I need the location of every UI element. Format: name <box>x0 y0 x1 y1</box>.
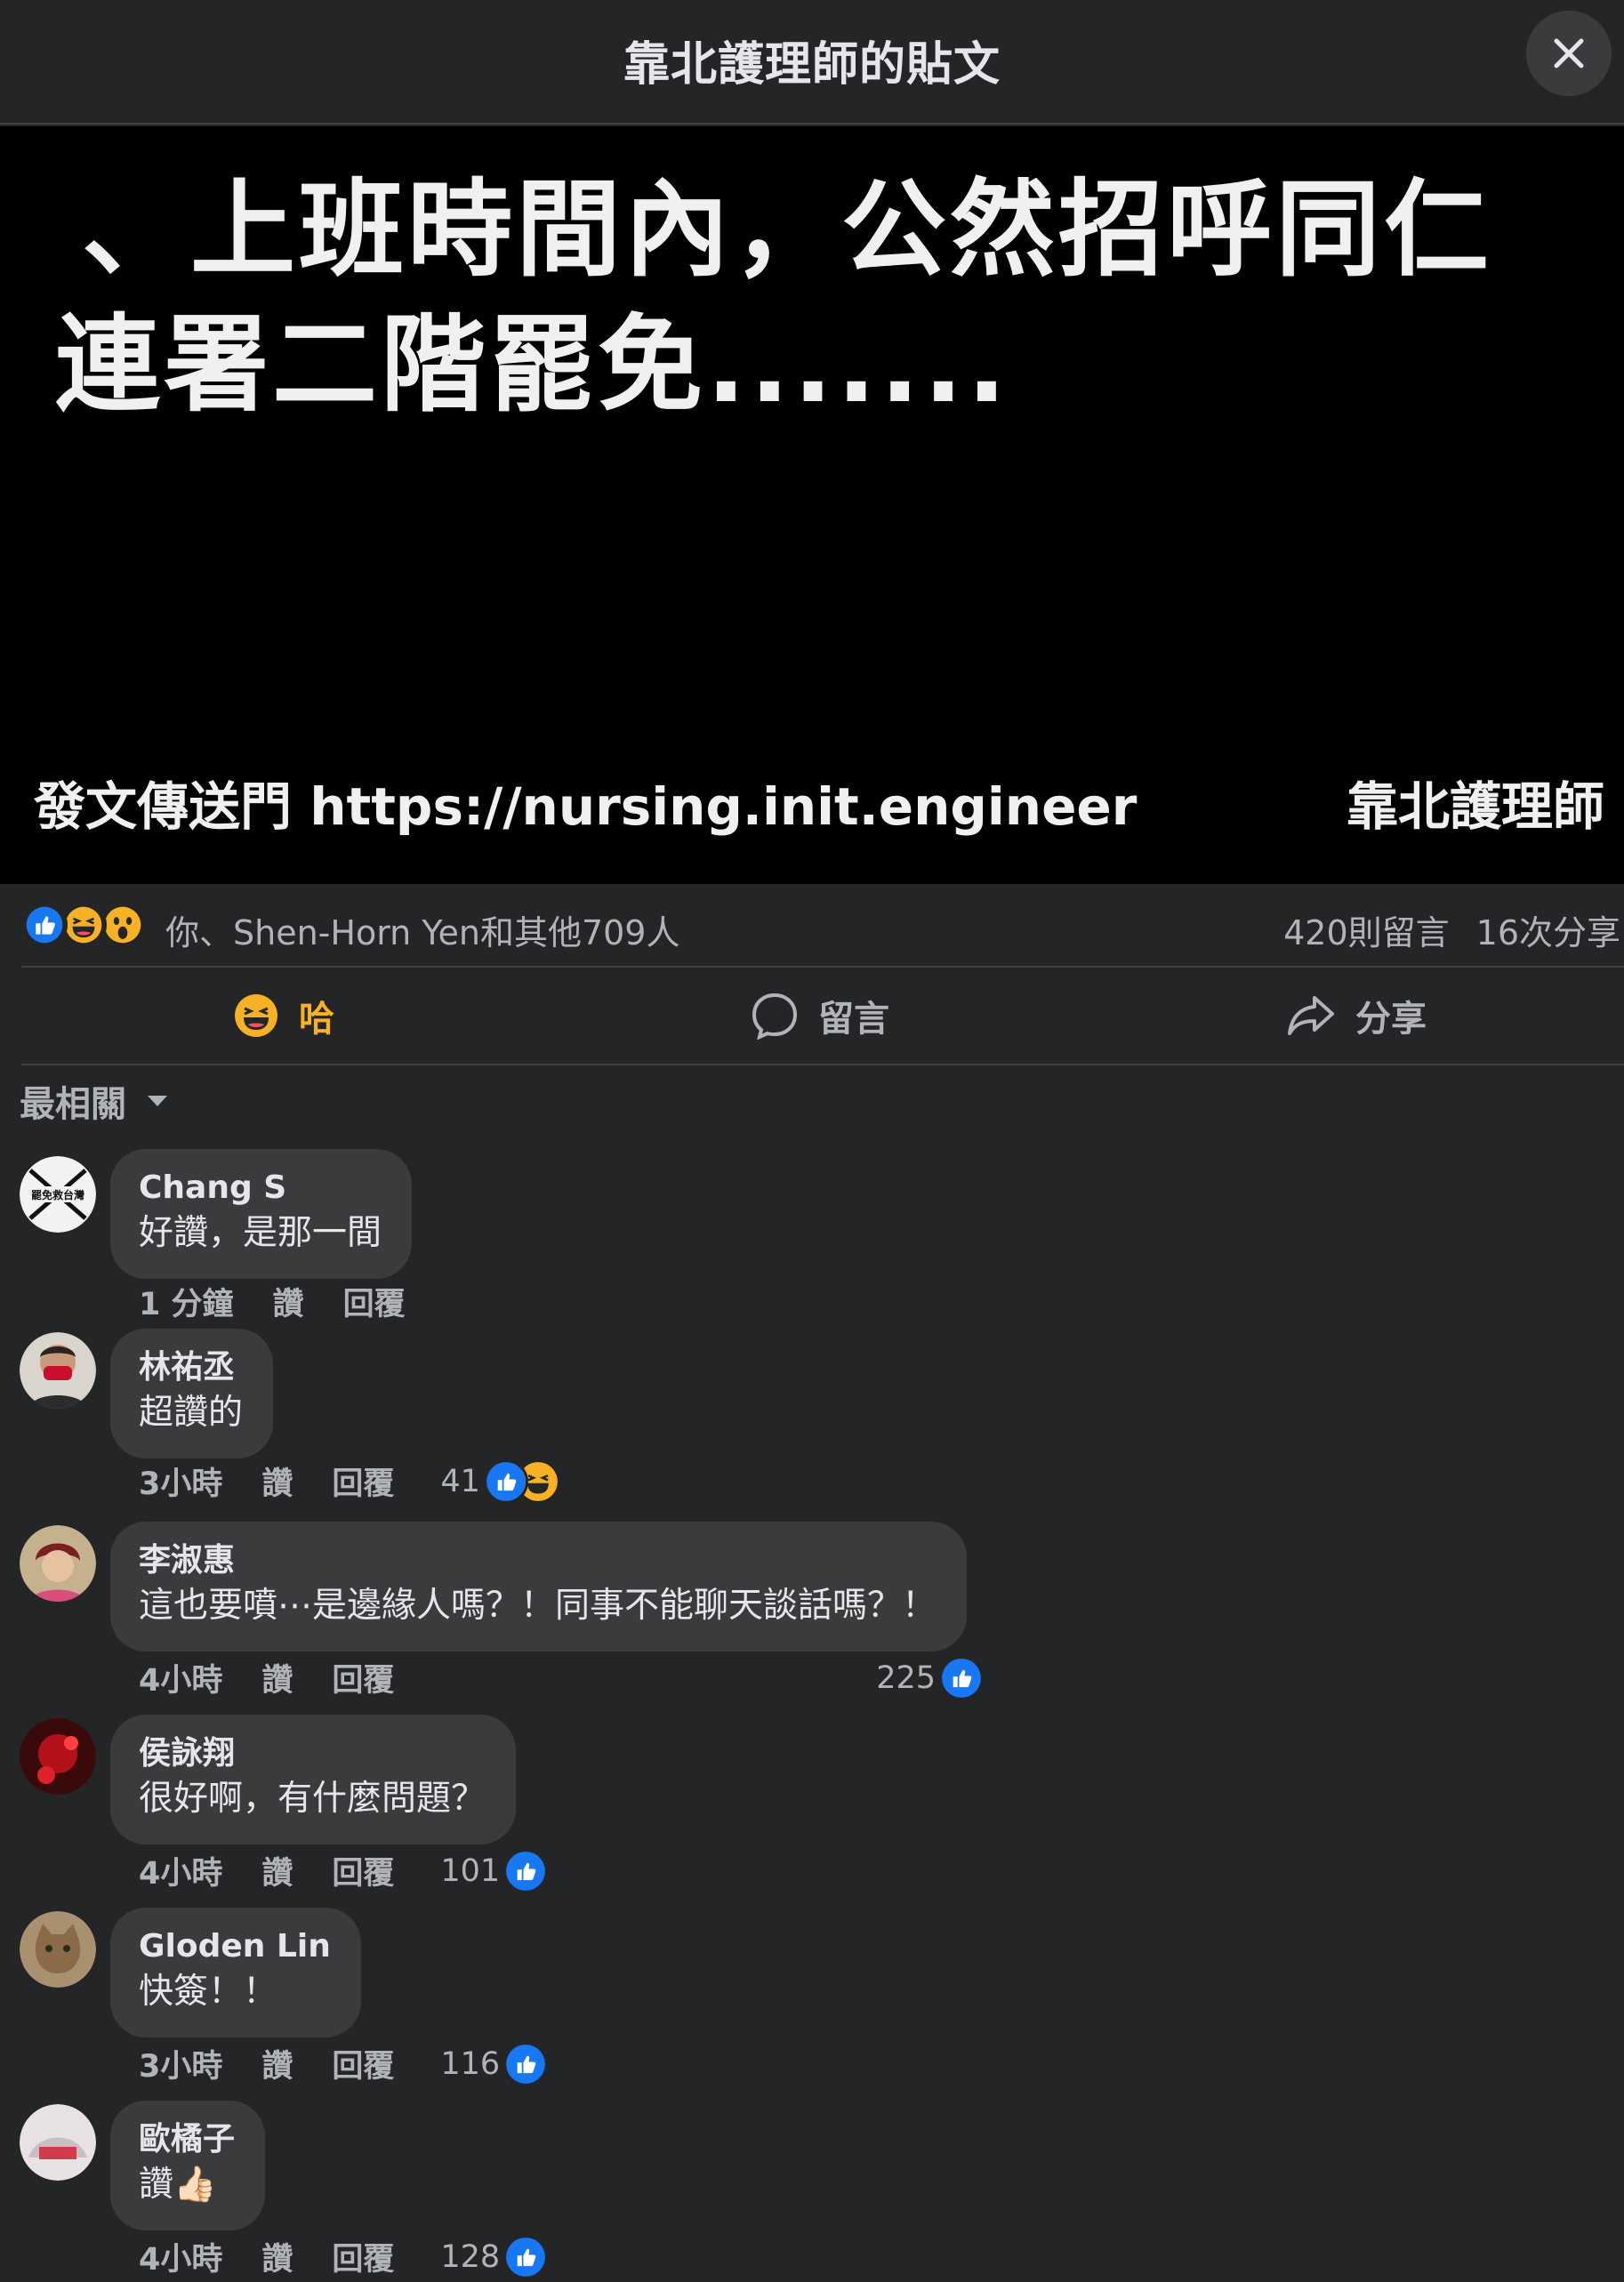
avatar[interactable] <box>20 1718 96 1795</box>
comment-text: 好讚，是那一間 <box>139 1213 382 1253</box>
comment-meta: 4小時 讚 回覆 128 <box>139 2234 549 2279</box>
comment-count[interactable]: 420則留言 <box>1283 913 1450 952</box>
post-text-line-1: 、上班時間內，公然招呼同仁 <box>82 168 1493 291</box>
page-title: 靠北護理師的貼文 <box>623 38 1001 92</box>
comment-time[interactable]: 4小時 <box>139 2234 222 2279</box>
comment-author[interactable]: 侯詠翔 <box>139 1732 486 1775</box>
comment-bubble[interactable]: 林祐丞 超讚的 <box>110 1329 274 1458</box>
comment-author[interactable]: 李淑惠 <box>139 1539 937 1582</box>
post-footer-link-text: 發文傳送門 https://nursing.init.engineer <box>34 776 1138 837</box>
comment-author[interactable]: Gloden Lin <box>139 1925 331 1968</box>
comment-like-button[interactable]: 讚 <box>261 1458 293 1504</box>
caret-down-icon <box>148 1096 167 1106</box>
like-reaction-icon <box>21 902 68 948</box>
comment-reactions[interactable] <box>503 2234 549 2279</box>
like-reaction-icon <box>939 1655 984 1700</box>
comment-text: 這也要噴⋯是邊緣人嗎？！同事不能聊天談話嗎？！ <box>139 1586 937 1626</box>
comment-like-button[interactable]: 讚 <box>261 2234 293 2279</box>
avatar[interactable] <box>20 1911 96 1988</box>
comment-bubble[interactable]: 李淑惠 這也要噴⋯是邊緣人嗎？！同事不能聊天談話嗎？！ <box>110 1522 968 1651</box>
comment-time[interactable]: 4小時 <box>139 1848 222 1893</box>
comment-reaction-count[interactable]: 128 <box>440 2239 500 2275</box>
svg-text:罷免救台灣: 罷免救台灣 <box>31 1188 84 1201</box>
comment-reply-button[interactable]: 回覆 <box>343 1279 406 1324</box>
avatar[interactable] <box>20 1525 96 1602</box>
comment-meta: 1 分鐘 讚 回覆 <box>139 1279 452 1324</box>
close-icon <box>1554 38 1584 68</box>
comment-like-button[interactable]: 讚 <box>273 1279 304 1324</box>
close-button[interactable] <box>1526 11 1612 96</box>
comment-text: 讚👍🏻 <box>139 2165 217 2205</box>
comment-text: 快簽！！ <box>139 1972 278 2012</box>
comment-reactions[interactable] <box>503 2041 549 2086</box>
haha-icon <box>235 994 277 1037</box>
comment-reply-button[interactable]: 回覆 <box>332 2234 394 2279</box>
like-reaction-icon <box>503 2234 549 2279</box>
comment-meta: 3小時 讚 回覆 116 <box>139 2041 549 2086</box>
comment-like-button[interactable]: 讚 <box>261 1848 293 1893</box>
comment-reply-button[interactable]: 回覆 <box>332 1848 394 1893</box>
share-label: 分享 <box>1355 999 1427 1040</box>
divider <box>21 1064 1624 1065</box>
comment-reaction-count[interactable]: 101 <box>440 1853 500 1889</box>
comment-text: 超讚的 <box>139 1393 244 1433</box>
comment-icon <box>752 992 798 1040</box>
comment-author[interactable]: 歐橘子 <box>139 2118 235 2161</box>
post-text-line-2: 連署二階罷免....... <box>55 303 1010 426</box>
comment-reactions[interactable] <box>503 1848 549 1893</box>
comment-reply-button[interactable]: 回覆 <box>332 2041 394 2086</box>
comment-label: 留言 <box>818 999 889 1040</box>
comment-meta: 4小時 讚 回覆 225 <box>139 1655 984 1700</box>
action-bar: 哈 留言 分享 <box>0 968 1624 1064</box>
engagement-counts: 420則留言 16次分享 <box>1257 905 1620 954</box>
comment-reply-button[interactable]: 回覆 <box>332 1458 394 1504</box>
share-icon <box>1288 996 1334 1035</box>
comment-author[interactable]: Chang S <box>139 1167 382 1209</box>
haha-button[interactable]: 哈 <box>233 968 334 1064</box>
comment-reaction-count[interactable]: 225 <box>876 1660 936 1696</box>
post-viewer: 靠北護理師的貼文 、上班時間內，公然招呼同仁 連署二階罷免....... 發文傳… <box>0 0 1624 2282</box>
comment-meta: 4小時 讚 回覆 101 <box>139 1848 549 1893</box>
comment-time[interactable]: 3小時 <box>139 2041 222 2086</box>
like-reaction-icon <box>483 1458 528 1504</box>
share-count[interactable]: 16次分享 <box>1476 913 1620 952</box>
comment-bubble[interactable]: 歐橘子 讚👍🏻 <box>110 2101 266 2230</box>
sort-label: 最相關 <box>20 1084 126 1125</box>
header: 靠北護理師的貼文 <box>0 0 1624 125</box>
comment-text: 很好啊，有什麼問題？ <box>139 1779 486 1819</box>
comment-meta: 3小時 讚 回覆 41 <box>139 1458 560 1504</box>
comment-author[interactable]: 林祐丞 <box>139 1346 243 1389</box>
comment-time[interactable]: 1 分鐘 <box>139 1279 234 1324</box>
reaction-names[interactable]: 你、Shen-Horn Yen和其他709人 <box>165 905 679 954</box>
comment-reaction-count[interactable]: 116 <box>440 2046 500 2082</box>
comment-button[interactable]: 留言 <box>751 968 1624 1064</box>
comment-bubble[interactable]: 侯詠翔 很好啊，有什麼問題？ <box>110 1715 517 1844</box>
comment-like-button[interactable]: 讚 <box>261 1655 293 1700</box>
comment-reactions[interactable] <box>483 1458 560 1504</box>
avatar[interactable] <box>20 2104 96 2181</box>
comment-reactions[interactable] <box>939 1655 984 1700</box>
comment-sort-dropdown[interactable]: 最相關 <box>20 1076 169 1126</box>
comment-time[interactable]: 4小時 <box>139 1655 222 1700</box>
share-button[interactable]: 分享 <box>1286 968 1427 1064</box>
comment-reaction-count[interactable]: 41 <box>440 1464 480 1499</box>
reaction-summary[interactable]: 你、Shen-Horn Yen和其他709人 420則留言 16次分享 <box>0 884 1624 966</box>
comment-reply-button[interactable]: 回覆 <box>332 1655 394 1700</box>
post-footer-page-name: 靠北護理師 <box>1346 776 1604 837</box>
comment-bubble[interactable]: Chang S 好讚，是那一間 <box>110 1149 413 1279</box>
post-image[interactable]: 、上班時間內，公然招呼同仁 連署二階罷免....... 發文傳送門 https:… <box>0 126 1624 884</box>
like-reaction-icon <box>503 1848 549 1893</box>
comment-bubble[interactable]: Gloden Lin 快簽！！ <box>110 1908 361 2037</box>
haha-label: 哈 <box>299 999 334 1040</box>
comment-like-button[interactable]: 讚 <box>261 2041 293 2086</box>
avatar[interactable] <box>20 1332 96 1409</box>
reaction-icons <box>21 902 155 948</box>
like-reaction-icon <box>503 2041 549 2086</box>
comment-time[interactable]: 3小時 <box>139 1458 222 1504</box>
avatar[interactable]: 罷免救台灣 <box>20 1156 96 1233</box>
